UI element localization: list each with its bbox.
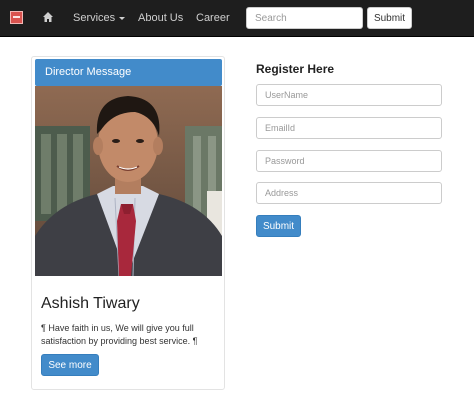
- director-name: Ashish Tiwary: [41, 295, 140, 312]
- brand-logo-icon[interactable]: [10, 11, 23, 24]
- email-field[interactable]: [256, 117, 442, 139]
- director-card-heading: Director Message: [35, 59, 222, 86]
- home-icon[interactable]: [42, 11, 54, 23]
- search-input[interactable]: [246, 7, 363, 29]
- register-submit-button[interactable]: Submit: [256, 215, 301, 237]
- nav-career[interactable]: Career: [196, 12, 230, 24]
- username-field[interactable]: [256, 84, 442, 106]
- brand-logo-mark: [13, 16, 20, 18]
- address-field[interactable]: [256, 182, 442, 204]
- top-navbar: Services About Us Career Submit: [0, 0, 474, 37]
- chevron-down-icon: [119, 16, 126, 20]
- nav-about-us[interactable]: About Us: [138, 12, 183, 24]
- nav-services-dropdown[interactable]: Services: [73, 12, 126, 24]
- search-submit-button[interactable]: Submit: [367, 7, 412, 29]
- nav-services-label: Services: [73, 12, 116, 24]
- register-title: Register Here: [256, 62, 335, 76]
- portrait-photo: [35, 86, 222, 276]
- password-field[interactable]: [256, 150, 442, 172]
- director-message: ¶ Have faith in us, We will give you ful…: [41, 323, 198, 346]
- see-more-button[interactable]: See more: [41, 354, 99, 376]
- director-card: Director Message Ashish Tiwary ¶ Have fa…: [31, 56, 225, 390]
